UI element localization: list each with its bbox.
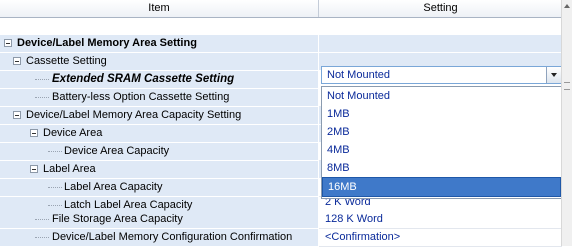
sram-cassette-select[interactable]: Not Mounted (321, 66, 562, 84)
minus-box-icon[interactable] (4, 39, 12, 47)
dropdown-option[interactable]: Not Mounted (322, 87, 561, 105)
tree-row[interactable]: Device/Label Memory Configuration Confir… (0, 229, 562, 247)
row-value[interactable]: 128 K Word (319, 211, 562, 229)
row-label: Cassette Setting (26, 55, 107, 67)
minus-box-icon[interactable] (30, 129, 38, 137)
dropdown-option[interactable]: 2MB (322, 123, 561, 141)
chevron-down-icon[interactable] (546, 67, 561, 83)
dropdown-list: Not Mounted 1MB 2MB 4MB 8MB 16MB (321, 86, 562, 199)
tree-row[interactable]: Device/Label Memory Area Setting (0, 35, 562, 53)
row-label: Device Area (43, 127, 103, 139)
row-label: Device/Label Memory Area Capacity Settin… (26, 109, 242, 121)
vertical-scrollbar[interactable] (561, 0, 572, 246)
minus-box-icon[interactable] (13, 57, 21, 65)
select-value: Not Mounted (327, 69, 390, 81)
setting-column-header[interactable]: Setting (319, 0, 562, 17)
minus-box-icon[interactable] (13, 111, 21, 119)
row-label: Device/Label Memory Configuration Confir… (52, 231, 293, 243)
dropdown-option[interactable]: 4MB (322, 141, 561, 159)
grid-header: Item Setting (0, 0, 572, 18)
arrow-up-icon[interactable] (564, 4, 570, 8)
dropdown-option[interactable]: 1MB (322, 105, 561, 123)
row-label: Label Area Capacity (64, 181, 163, 193)
row-label: Device Area Capacity (64, 145, 170, 157)
row-label: Label Area (43, 163, 96, 175)
row-value (319, 35, 562, 53)
property-grid: Item Setting Device/Label Memory Area Se… (0, 0, 572, 247)
scroll-grip-icon[interactable] (564, 82, 570, 90)
tree-row[interactable]: File Storage Area Capacity 128 K Word (0, 211, 562, 229)
dropdown-option-selected[interactable]: 16MB (322, 177, 561, 197)
row-label: Battery-less Option Cassette Setting (52, 91, 230, 103)
dropdown-option[interactable]: 8MB (322, 159, 561, 177)
row-label: Extended SRAM Cassette Setting (52, 73, 235, 85)
row-label: Device/Label Memory Area Setting (17, 37, 197, 49)
row-label: File Storage Area Capacity (52, 213, 183, 225)
item-column-header[interactable]: Item (0, 0, 319, 17)
minus-box-icon[interactable] (30, 165, 38, 173)
confirmation-link[interactable]: <Confirmation> (319, 229, 562, 247)
